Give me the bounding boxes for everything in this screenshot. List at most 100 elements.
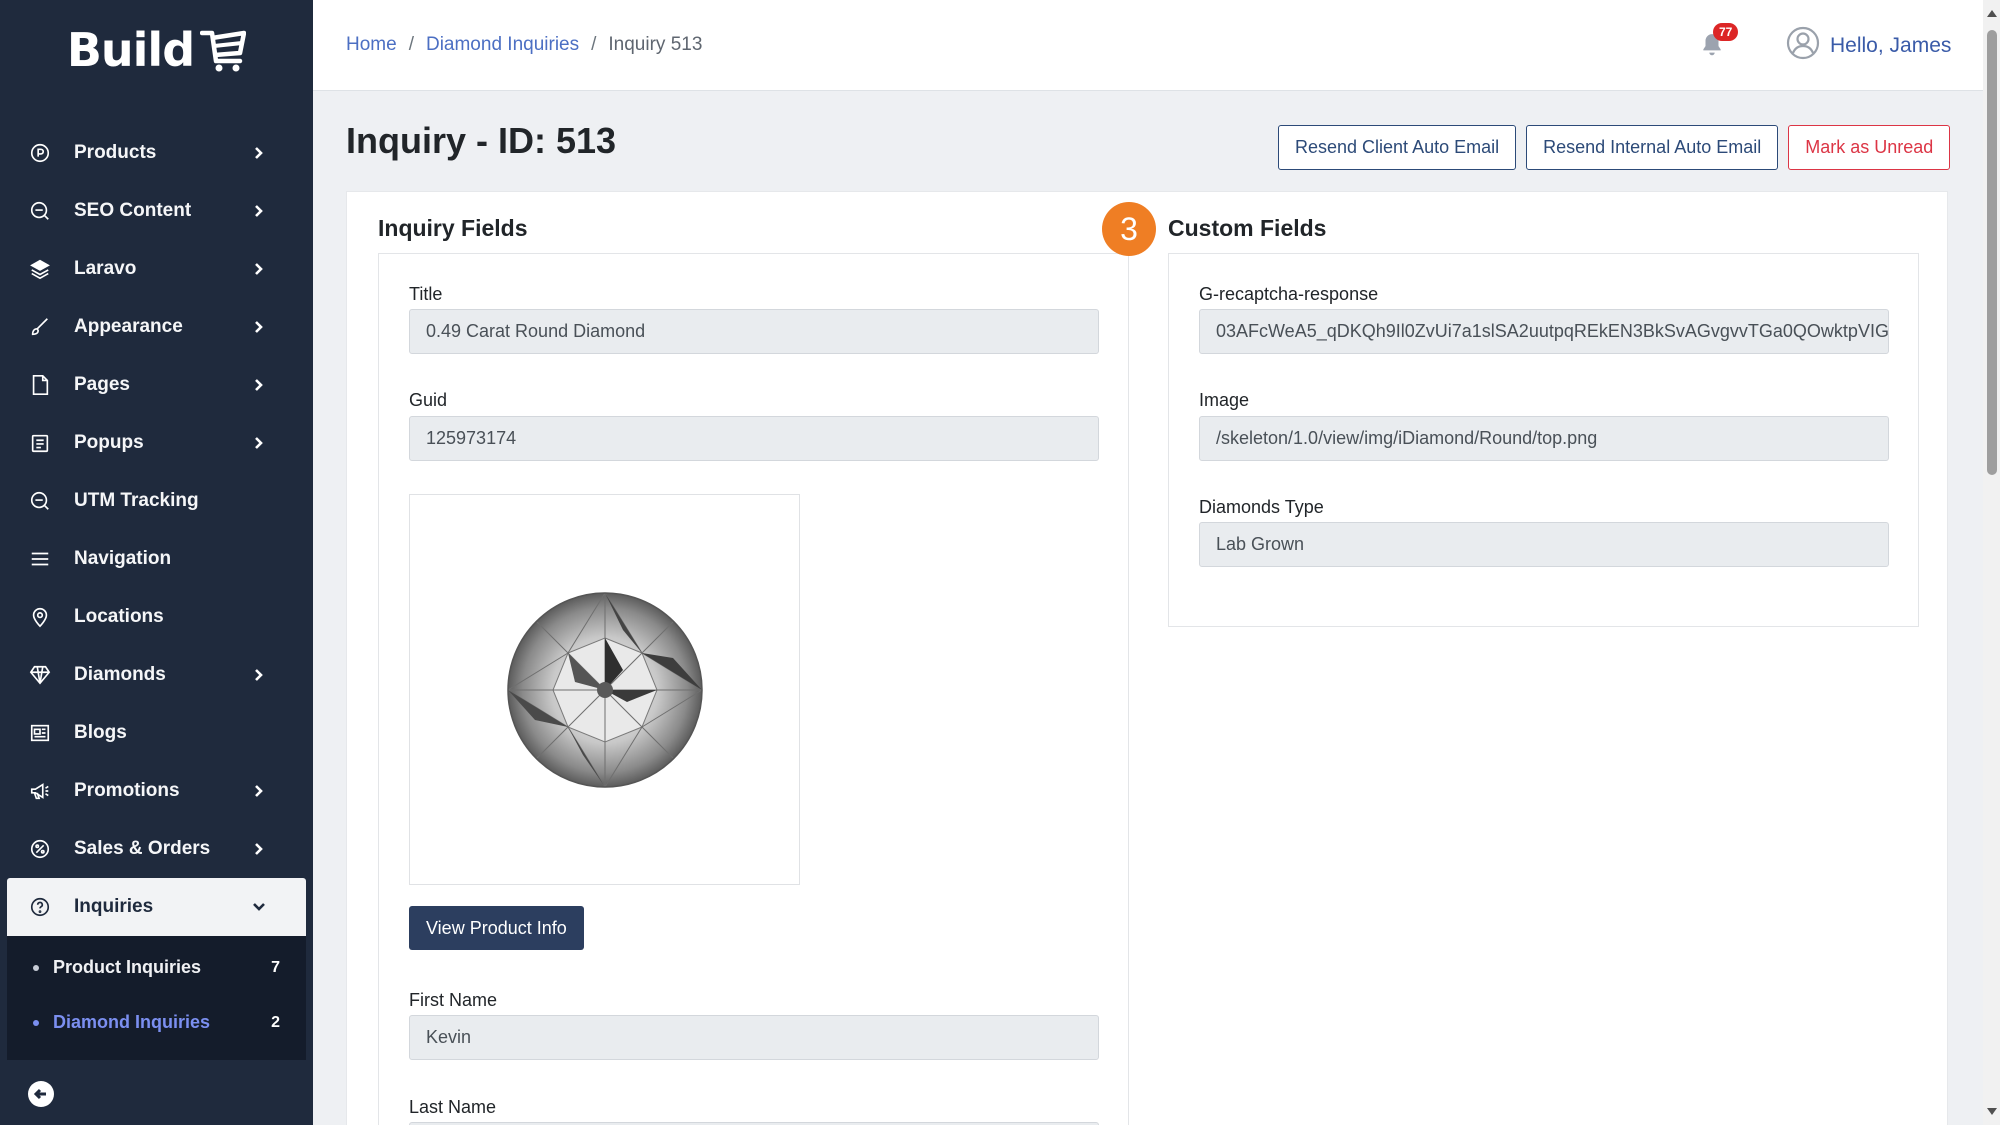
seo-icon	[28, 199, 52, 223]
mark-as-unread-button[interactable]: Mark as Unread	[1788, 125, 1951, 170]
bullet-icon	[33, 1019, 39, 1026]
location-icon	[28, 605, 52, 629]
user-avatar-icon	[1786, 26, 1820, 65]
sidebar-item-label: SEO Content	[74, 200, 192, 221]
recaptcha-label: G-recaptcha-response	[1199, 284, 1379, 304]
first-name-label: First Name	[409, 990, 498, 1010]
breadcrumb-diamond-inquiries[interactable]: Diamond Inquiries	[426, 34, 579, 56]
sidebar-item-label: UTM Tracking	[74, 490, 199, 511]
page-scrollbar[interactable]	[1983, 0, 2000, 1125]
logo-text: Build	[66, 23, 195, 77]
sidebar: Build Products SEO Content Laravo Appear	[0, 0, 313, 1125]
sidebar-item-sales-orders[interactable]: Sales & Orders	[0, 820, 313, 878]
sidebar-item-label: Blogs	[74, 722, 127, 743]
logo[interactable]: Build	[0, 0, 313, 100]
inquiries-submenu: Product Inquiries 7 Diamond Inquiries 2	[7, 936, 306, 1060]
sidebar-subitem-diamond-inquiries[interactable]: Diamond Inquiries 2	[7, 995, 306, 1050]
inquiry-fields-heading: Inquiry Fields	[378, 215, 528, 241]
chevron-right-icon	[252, 320, 266, 334]
breadcrumb: Home / Diamond Inquiries / Inquiry 513	[346, 34, 702, 56]
diamonds-type-field[interactable]: Lab Grown	[1199, 522, 1889, 567]
resend-internal-auto-email-button[interactable]: Resend Internal Auto Email	[1526, 125, 1779, 170]
brush-icon	[28, 315, 52, 339]
title-label: Title	[409, 284, 443, 304]
page-title: Inquiry - ID: 513	[346, 120, 617, 161]
recaptcha-field[interactable]: 03AFcWeA5_qDKQh9Il0ZvUi7a1slSA2uutpqREkE…	[1199, 309, 1889, 354]
sidebar-subitem-product-inquiries[interactable]: Product Inquiries 7	[7, 940, 306, 995]
sidebar-item-label: Pages	[74, 374, 130, 395]
cart-logo-icon	[200, 30, 247, 72]
products-icon	[28, 141, 52, 165]
view-product-info-button[interactable]: View Product Info	[409, 906, 584, 950]
resend-client-auto-email-button[interactable]: Resend Client Auto Email	[1278, 125, 1517, 170]
count-badge: 2	[271, 1013, 280, 1031]
sidebar-item-pages[interactable]: Pages	[0, 356, 313, 414]
sidebar-item-label: Appearance	[74, 316, 183, 337]
user-greeting: Hello, James	[1830, 33, 1952, 57]
topbar: Home / Diamond Inquiries / Inquiry 513 7…	[313, 0, 1983, 91]
first-name-field[interactable]: Kevin	[409, 1015, 1099, 1060]
breadcrumb-current: Inquiry 513	[608, 34, 703, 55]
sidebar-item-label: Inquiries	[74, 896, 154, 917]
sidebar-nav: Products SEO Content Laravo Appearance P…	[0, 124, 313, 1060]
percent-icon	[28, 837, 52, 861]
user-menu[interactable]: Hello, James	[1786, 26, 1951, 65]
megaphone-icon	[28, 779, 52, 803]
sidebar-item-label: Popups	[74, 432, 144, 453]
image-path-field[interactable]: /skeleton/1.0/view/img/iDiamond/Round/to…	[1199, 416, 1889, 461]
scroll-down-arrow-icon[interactable]	[1987, 1108, 1997, 1115]
step-number-badge: 3	[1102, 202, 1156, 256]
sidebar-item-navigation[interactable]: Navigation	[0, 530, 313, 588]
sidebar-subitem-label: Diamond Inquiries	[53, 1012, 211, 1032]
chevron-right-icon	[252, 436, 266, 450]
bullet-icon	[33, 964, 39, 971]
popup-icon	[28, 431, 52, 455]
sidebar-item-locations[interactable]: Locations	[0, 588, 313, 646]
sidebar-item-inquiries[interactable]: Inquiries	[7, 878, 306, 936]
chevron-right-icon	[252, 204, 266, 218]
product-image-box	[409, 494, 800, 885]
breadcrumb-home[interactable]: Home	[346, 34, 397, 56]
sidebar-item-products[interactable]: Products	[0, 124, 313, 182]
sidebar-item-label: Navigation	[74, 548, 172, 569]
scroll-up-arrow-icon[interactable]	[1987, 10, 1997, 17]
sidebar-item-label: Diamonds	[74, 664, 166, 685]
sidebar-item-seo-content[interactable]: SEO Content	[0, 182, 313, 240]
guid-field[interactable]: 125973174	[409, 416, 1099, 461]
sidebar-item-blogs[interactable]: Blogs	[0, 704, 313, 762]
inquiry-fields-panel: Title 0.49 Carat Round Diamond Guid 1259…	[378, 253, 1129, 1125]
sidebar-item-label: Promotions	[74, 780, 180, 801]
chevron-right-icon	[252, 668, 266, 682]
chevron-right-icon	[252, 842, 266, 856]
custom-fields-panel: G-recaptcha-response 03AFcWeA5_qDKQh9Il0…	[1168, 253, 1919, 627]
custom-fields-heading: Custom Fields	[1168, 215, 1327, 241]
breadcrumb-separator: /	[591, 34, 597, 55]
chevron-right-icon	[252, 784, 266, 798]
arrow-left-icon	[33, 1088, 46, 1100]
sidebar-item-label: Sales & Orders	[74, 838, 211, 859]
sidebar-item-label: Products	[74, 142, 157, 163]
sidebar-subitem-label: Product Inquiries	[53, 957, 202, 977]
last-name-label: Last Name	[409, 1097, 497, 1117]
sidebar-item-laravo[interactable]: Laravo	[0, 240, 313, 298]
sidebar-item-diamonds[interactable]: Diamonds	[0, 646, 313, 704]
layers-icon	[28, 257, 52, 281]
breadcrumb-separator: /	[408, 34, 414, 55]
newspaper-icon	[28, 721, 52, 745]
chevron-down-icon	[252, 900, 266, 914]
collapse-sidebar-button[interactable]	[28, 1081, 54, 1107]
seo-icon	[28, 489, 52, 513]
diamonds-type-label: Diamonds Type	[1199, 497, 1324, 517]
page-actions: Resend Client Auto Email Resend Internal…	[1278, 125, 1951, 170]
help-circle-icon	[28, 895, 52, 919]
menu-icon	[28, 547, 52, 571]
chevron-right-icon	[252, 378, 266, 392]
count-badge: 7	[271, 958, 280, 976]
title-field[interactable]: 0.49 Carat Round Diamond	[409, 309, 1099, 354]
scrollbar-thumb[interactable]	[1987, 30, 1997, 475]
sidebar-item-promotions[interactable]: Promotions	[0, 762, 313, 820]
sidebar-item-popups[interactable]: Popups	[0, 414, 313, 472]
sidebar-item-appearance[interactable]: Appearance	[0, 298, 313, 356]
sidebar-item-utm-tracking[interactable]: UTM Tracking	[0, 472, 313, 530]
sidebar-item-label: Laravo	[74, 258, 137, 279]
